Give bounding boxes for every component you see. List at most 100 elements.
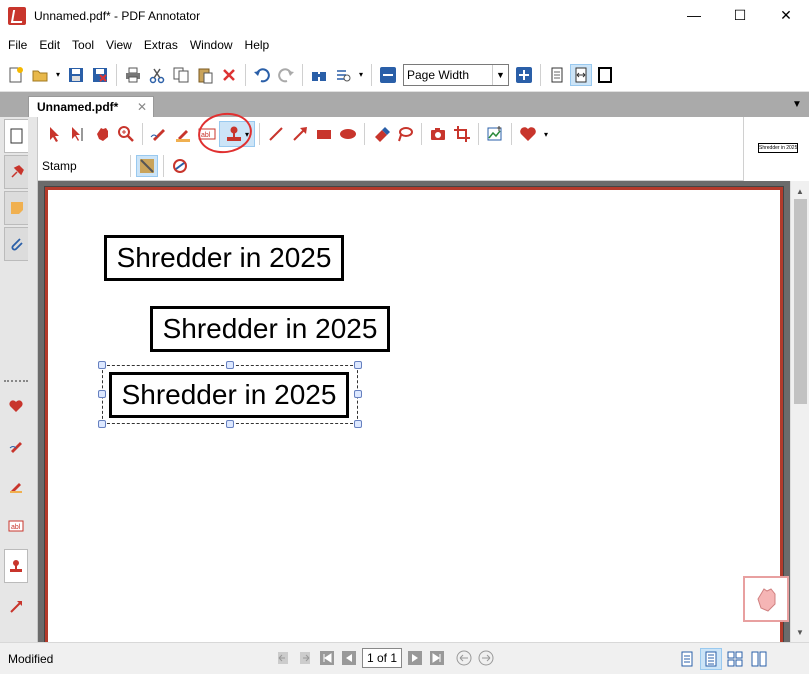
previous-page-button[interactable] bbox=[339, 648, 359, 668]
menu-extras[interactable]: Extras bbox=[138, 32, 184, 58]
stamp-annotation-3[interactable]: Shredder in 2025 bbox=[109, 372, 349, 418]
first-page-button[interactable] bbox=[317, 648, 337, 668]
tab-list-dropdown-icon[interactable]: ▼ bbox=[789, 96, 805, 112]
side-tab-notes[interactable] bbox=[4, 191, 28, 225]
line-tool-button[interactable] bbox=[265, 123, 287, 145]
zoom-tool-button[interactable] bbox=[115, 123, 137, 145]
zoom-out-button[interactable] bbox=[377, 64, 399, 86]
panel-grip-handle[interactable] bbox=[4, 380, 28, 382]
find-button[interactable] bbox=[308, 64, 330, 86]
rectangle-tool-button[interactable] bbox=[313, 123, 335, 145]
resize-handle-bottom-right[interactable] bbox=[354, 420, 362, 428]
arrow-tool-button[interactable] bbox=[289, 123, 311, 145]
hand-tool-button[interactable] bbox=[91, 123, 113, 145]
stamp-manager-button[interactable] bbox=[169, 155, 191, 177]
highlighter-tool-button[interactable] bbox=[172, 123, 194, 145]
side-tab-stamp[interactable] bbox=[4, 549, 28, 583]
maximize-button[interactable]: ☐ bbox=[717, 0, 763, 30]
scrollbar-thumb[interactable] bbox=[794, 199, 807, 404]
side-tab-pages[interactable] bbox=[4, 119, 28, 153]
pen-tool-button[interactable] bbox=[148, 123, 170, 145]
menu-tool[interactable]: Tool bbox=[66, 32, 100, 58]
go-back-button[interactable] bbox=[454, 648, 474, 668]
crop-tool-button[interactable] bbox=[451, 123, 473, 145]
facing-pages-view-button[interactable] bbox=[724, 648, 746, 670]
fit-width-button[interactable] bbox=[570, 63, 592, 86]
menu-window[interactable]: Window bbox=[184, 32, 239, 58]
menu-view[interactable]: View bbox=[100, 32, 138, 58]
two-page-view-button[interactable] bbox=[748, 648, 770, 670]
redo-button[interactable] bbox=[275, 64, 297, 86]
side-tab-attachments[interactable] bbox=[4, 227, 28, 261]
print-button[interactable] bbox=[122, 64, 144, 86]
menu-file[interactable]: File bbox=[2, 32, 33, 58]
favorites-tool-button[interactable] bbox=[517, 123, 539, 145]
vertical-scrollbar[interactable]: ▲ ▼ bbox=[790, 181, 809, 642]
find-annotations-button[interactable] bbox=[332, 64, 354, 86]
next-page-button[interactable] bbox=[405, 648, 425, 668]
resize-handle-bottom-left[interactable] bbox=[98, 420, 106, 428]
resize-handle-bottom[interactable] bbox=[226, 420, 234, 428]
document-viewport[interactable]: Shredder in 2025 Shredder in 2025 Shredd… bbox=[38, 181, 790, 642]
resize-handle-top[interactable] bbox=[226, 361, 234, 369]
side-tab-bookmarks[interactable] bbox=[4, 155, 28, 189]
next-document-button[interactable] bbox=[295, 648, 315, 668]
side-tab-arrow[interactable] bbox=[4, 589, 28, 623]
single-page-view-button[interactable] bbox=[676, 648, 698, 670]
resize-handle-top-left[interactable] bbox=[98, 361, 106, 369]
delete-button[interactable] bbox=[218, 64, 240, 86]
continuous-view-button[interactable] bbox=[700, 648, 722, 670]
save-as-button[interactable] bbox=[89, 64, 111, 86]
toolbar-separator bbox=[142, 123, 143, 145]
document-tab[interactable]: Unnamed.pdf* ✕ bbox=[28, 96, 154, 117]
go-forward-button[interactable] bbox=[476, 648, 496, 668]
undo-button[interactable] bbox=[251, 64, 273, 86]
page-width-icon bbox=[575, 67, 587, 82]
eraser-tool-button[interactable] bbox=[370, 123, 392, 145]
zoom-select[interactable]: Page Width ▼ bbox=[403, 63, 509, 86]
text-select-tool-button[interactable] bbox=[67, 123, 89, 145]
save-button[interactable] bbox=[65, 64, 87, 86]
stamp-annotation-1[interactable]: Shredder in 2025 bbox=[104, 235, 344, 281]
pdf-page[interactable]: Shredder in 2025 Shredder in 2025 Shredd… bbox=[45, 187, 789, 642]
favorites-dropdown-button[interactable]: ▾ bbox=[541, 123, 551, 145]
lasso-tool-button[interactable] bbox=[394, 123, 416, 145]
side-tab-text[interactable]: abl bbox=[4, 509, 28, 543]
window-title: Unnamed.pdf* - PDF Annotator bbox=[34, 9, 201, 23]
full-screen-button[interactable] bbox=[594, 64, 616, 86]
fit-page-button[interactable] bbox=[546, 64, 568, 86]
open-dropdown-button[interactable]: ▾ bbox=[53, 64, 63, 86]
menu-edit[interactable]: Edit bbox=[33, 32, 66, 58]
ellipse-tool-button[interactable] bbox=[337, 123, 359, 145]
resize-handle-left[interactable] bbox=[98, 390, 106, 398]
tab-close-icon[interactable]: ✕ bbox=[137, 97, 147, 117]
scroll-up-icon[interactable]: ▲ bbox=[791, 183, 809, 199]
page-number-field[interactable]: 1 of 1 bbox=[362, 648, 403, 668]
menu-help[interactable]: Help bbox=[239, 32, 276, 58]
stamp-annotation-2[interactable]: Shredder in 2025 bbox=[150, 306, 390, 352]
snapshot-tool-button[interactable] bbox=[427, 123, 449, 145]
last-page-button[interactable] bbox=[427, 648, 447, 668]
resize-handle-top-right[interactable] bbox=[354, 361, 362, 369]
side-tab-highlighter[interactable] bbox=[4, 469, 28, 503]
zoom-in-button[interactable] bbox=[513, 64, 535, 86]
insert-image-tool-button[interactable] bbox=[484, 123, 506, 145]
select-tool-button[interactable] bbox=[43, 123, 65, 145]
paste-button[interactable] bbox=[194, 64, 216, 86]
previous-document-button[interactable] bbox=[273, 648, 293, 668]
stamp-style-button[interactable] bbox=[136, 155, 158, 177]
find-dropdown-button[interactable]: ▾ bbox=[356, 64, 366, 86]
open-button[interactable] bbox=[29, 64, 51, 86]
copy-button[interactable] bbox=[170, 64, 192, 86]
floating-hand-tool-button[interactable] bbox=[743, 576, 789, 622]
scroll-down-icon[interactable]: ▼ bbox=[791, 624, 809, 640]
cut-button[interactable] bbox=[146, 64, 168, 86]
resize-handle-right[interactable] bbox=[354, 390, 362, 398]
selection-box[interactable]: Shredder in 2025 bbox=[102, 365, 358, 424]
new-document-button[interactable] bbox=[5, 64, 27, 86]
side-tab-pen[interactable] bbox=[4, 429, 28, 463]
side-tab-favorites[interactable] bbox=[4, 389, 28, 423]
close-button[interactable]: ✕ bbox=[763, 0, 809, 30]
page-thumbnail[interactable]: Shredder in 2025 bbox=[758, 143, 798, 153]
minimize-button[interactable]: — bbox=[671, 0, 717, 30]
